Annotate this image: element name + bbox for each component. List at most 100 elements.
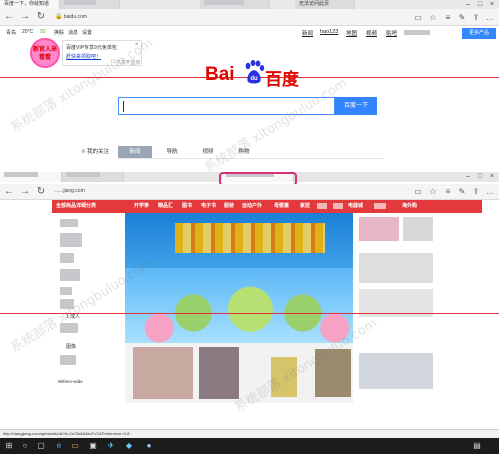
- mall-nav-1[interactable]: 精品汇: [158, 202, 173, 209]
- bottom-more-icon[interactable]: …: [485, 186, 495, 197]
- bottom-note-icon[interactable]: ✎: [457, 186, 467, 197]
- sidebar-item-image[interactable]: 图像: [66, 343, 76, 350]
- bottom-share-icon[interactable]: ⇪: [471, 186, 481, 197]
- baidu-paw-icon: du: [245, 60, 265, 84]
- search-icon[interactable]: ○: [18, 440, 32, 452]
- refresh-icon[interactable]: ↻: [35, 11, 47, 23]
- bottom-back-icon[interactable]: ←: [3, 186, 15, 198]
- bottom-tab-2[interactable]: [62, 172, 124, 182]
- tab-baidu-title: 百度一下，你就知道: [4, 1, 50, 7]
- promo-thumb[interactable]: [359, 253, 433, 283]
- bottom-reading-icon[interactable]: ▭: [413, 186, 423, 197]
- promo-thumb[interactable]: [359, 353, 433, 389]
- sidebar-item[interactable]: [60, 233, 82, 247]
- bottom-refresh-icon[interactable]: ↻: [35, 186, 47, 198]
- promo-thumb[interactable]: [359, 217, 399, 241]
- lock-icon: 🔒: [55, 14, 63, 20]
- bottom-tab-1[interactable]: [0, 172, 62, 182]
- bottom-star-icon[interactable]: ☆: [428, 186, 438, 197]
- more-icon[interactable]: …: [485, 12, 495, 23]
- bottom-forward-icon[interactable]: →: [19, 186, 31, 198]
- mall-nav-6[interactable]: 母婴童: [274, 202, 289, 209]
- share-icon[interactable]: ⇪: [471, 12, 481, 23]
- promo-thumb[interactable]: [403, 217, 433, 241]
- windows-taskbar: ⊞ ○ ▢ e ▭ ▣ ✈ ◆ ● ▤: [0, 438, 499, 454]
- text-caret: [123, 101, 124, 112]
- promo-line-1: 百度VIP专享9元免单包: [66, 45, 117, 51]
- hub-icon[interactable]: ≡: [443, 12, 453, 23]
- notification-icon[interactable]: ▤: [470, 440, 484, 452]
- app-icon[interactable]: ✈: [104, 440, 118, 452]
- bottom-url-text: ......jiang.com: [55, 188, 85, 194]
- link-settings[interactable]: 设置: [82, 29, 92, 36]
- sidebar-item-wide[interactable]: Wifeen-wide: [58, 379, 83, 384]
- mall-nav-4[interactable]: 服装: [224, 202, 234, 209]
- mall-nav-7[interactable]: 家居: [300, 202, 310, 209]
- mall-nav-2[interactable]: 图书: [182, 202, 192, 209]
- close-icon[interactable]: ×: [487, 0, 497, 9]
- bottom-hub-icon[interactable]: ≡: [443, 186, 453, 197]
- mall-nav-blurred-2[interactable]: [333, 203, 343, 209]
- promo-badge[interactable]: 新官人来看看: [30, 38, 60, 68]
- user-login-blurred[interactable]: [404, 30, 430, 35]
- tab-baidu[interactable]: 百度一下，你就知道: [0, 0, 60, 9]
- app-icon[interactable]: ●: [142, 440, 156, 452]
- bottom-close-icon[interactable]: ×: [487, 172, 497, 181]
- mall-nav-9[interactable]: 电器城: [348, 202, 363, 209]
- minimize-icon[interactable]: –: [463, 0, 473, 9]
- nav-tieba[interactable]: 贴吧: [386, 29, 397, 37]
- nav-map[interactable]: 地图: [346, 29, 357, 37]
- back-icon[interactable]: ←: [3, 11, 15, 23]
- mall-nav-11[interactable]: 海外购: [402, 202, 417, 209]
- start-icon[interactable]: ⊞: [2, 440, 16, 452]
- sidebar-item[interactable]: [60, 269, 80, 281]
- tab-error-page[interactable]: 无法访问此页: [295, 0, 355, 9]
- note-icon[interactable]: ✎: [457, 12, 467, 23]
- tab-blurred-2[interactable]: [200, 0, 270, 9]
- more-products-button[interactable]: 更多产品: [462, 28, 496, 39]
- tab-my-follow[interactable]: ⛯ 我的关注: [75, 146, 115, 159]
- task-view-icon[interactable]: ▢: [34, 440, 48, 452]
- link-skin[interactable]: 换肤: [54, 29, 64, 36]
- store-icon[interactable]: ▣: [86, 440, 100, 452]
- logo-du-text: du: [250, 76, 258, 82]
- search-button[interactable]: 百度一下: [335, 97, 377, 115]
- mall-nav-0[interactable]: 开学季: [134, 202, 149, 209]
- right-promo-panel: [355, 213, 437, 393]
- sidebar-item[interactable]: [60, 287, 72, 295]
- promo-banner-frogs[interactable]: [125, 213, 353, 343]
- bottom-minimize-icon[interactable]: –: [463, 172, 473, 181]
- forward-icon[interactable]: →: [19, 11, 31, 23]
- nav-video[interactable]: 视频: [366, 29, 377, 37]
- url-field[interactable]: 🔒 baidu.com: [55, 12, 235, 23]
- weather-aqi: 93: [40, 29, 46, 35]
- mall-nav-blurred-1[interactable]: [317, 203, 327, 209]
- reading-view-icon[interactable]: ▭: [413, 12, 423, 23]
- edge-icon[interactable]: e: [52, 440, 66, 452]
- sidebar-item[interactable]: [60, 219, 78, 227]
- bottom-maximize-icon[interactable]: □: [475, 172, 485, 181]
- favorite-star-icon[interactable]: ☆: [428, 12, 438, 23]
- product-tile[interactable]: [199, 347, 239, 399]
- tabs-divider: [118, 158, 383, 159]
- app-icon[interactable]: ◆: [122, 440, 136, 452]
- explorer-icon[interactable]: ▭: [68, 440, 82, 452]
- mall-nav-blurred-3[interactable]: [374, 203, 386, 209]
- link-messages[interactable]: 消息: [68, 29, 78, 36]
- nav-news[interactable]: 新闻: [302, 29, 313, 37]
- sidebar-item[interactable]: [60, 355, 76, 365]
- mall-category-nav: 全部商品详细分类 开学季 精品汇 图书 电子书 服装 运动户外 母婴童 家居 电…: [52, 200, 482, 213]
- mall-nav-5[interactable]: 运动户外: [242, 202, 262, 209]
- maximize-icon[interactable]: □: [475, 0, 485, 9]
- product-tile[interactable]: [133, 347, 193, 399]
- mall-nav-3[interactable]: 电子书: [201, 202, 216, 209]
- url-text: baidu.com: [63, 14, 87, 20]
- tab-blurred-1[interactable]: [60, 0, 120, 9]
- sidebar-item[interactable]: [60, 253, 74, 263]
- bottom-url-field[interactable]: ......jiang.com: [55, 186, 235, 197]
- promo-line-2[interactable]: 赶快来领取吧！: [66, 53, 101, 60]
- all-categories-link[interactable]: 全部商品详细分类: [56, 202, 96, 209]
- baidu-top-bar: 青岛 20°C 93 换肤 消息 设置 新闻 hao123 地图 视频 贴吧: [0, 26, 499, 40]
- nav-hao123[interactable]: hao123: [320, 29, 338, 35]
- logo-bai-text: Bai: [205, 64, 235, 85]
